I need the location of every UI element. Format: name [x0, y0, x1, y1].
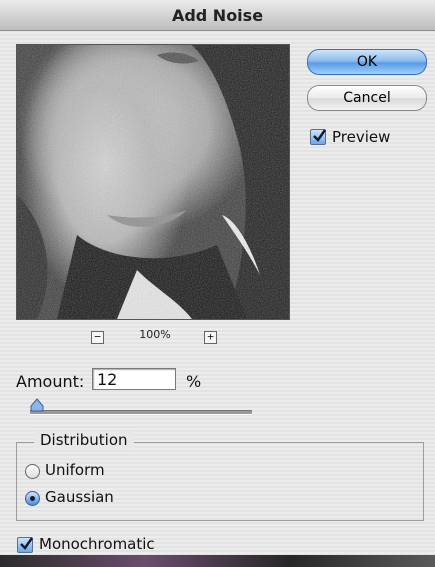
zoom-level: 100%	[139, 328, 171, 341]
preview-label: Preview	[332, 128, 391, 146]
amount-unit: %	[186, 372, 202, 391]
gaussian-radio[interactable]	[25, 491, 40, 506]
monochromatic-label: Monochromatic	[39, 535, 155, 553]
uniform-label: Uniform	[45, 461, 105, 479]
uniform-radio[interactable]	[25, 464, 40, 479]
preview-image[interactable]	[16, 44, 290, 320]
amount-label: Amount:	[16, 372, 85, 391]
zoom-in-button[interactable]: +	[204, 331, 217, 344]
portrait-preview-illustration	[17, 45, 289, 319]
amount-slider-thumb[interactable]	[30, 398, 44, 412]
gaussian-label: Gaussian	[45, 488, 114, 506]
distribution-title: Distribution	[34, 431, 134, 449]
title-bar[interactable]: Add Noise	[0, 0, 435, 31]
background-window-strip	[0, 555, 435, 567]
checkmark-icon	[313, 129, 326, 142]
zoom-out-button[interactable]: −	[91, 331, 104, 344]
checkmark-icon	[20, 537, 33, 550]
amount-slider-track[interactable]	[30, 410, 252, 415]
distribution-group	[16, 442, 424, 521]
ok-button[interactable]: OK	[307, 49, 427, 75]
amount-input[interactable]: 12	[92, 368, 176, 390]
dialog-title: Add Noise	[171, 6, 264, 25]
monochromatic-checkbox[interactable]	[17, 537, 33, 553]
cancel-button[interactable]: Cancel	[307, 85, 427, 111]
preview-checkbox[interactable]	[310, 129, 326, 145]
radio-dot-icon	[30, 496, 35, 501]
